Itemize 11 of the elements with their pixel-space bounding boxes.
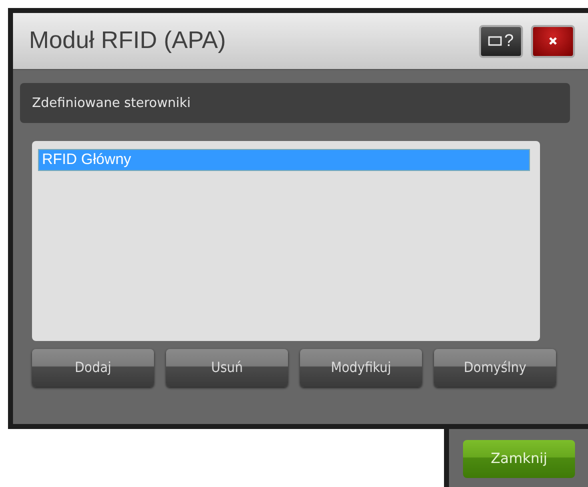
action-button[interactable]: Dodaj: [32, 349, 154, 387]
close-icon: [548, 36, 558, 46]
window-icon: [488, 36, 502, 46]
action-button[interactable]: Modyfikuj: [300, 349, 422, 387]
close-button[interactable]: Zamknij: [463, 440, 575, 478]
window-title: Moduł RFID (APA): [29, 27, 226, 55]
close-button[interactable]: [531, 24, 575, 58]
action-button[interactable]: Domyślny: [434, 349, 556, 387]
help-button[interactable]: ?: [479, 24, 523, 58]
action-button[interactable]: Usuń: [166, 349, 288, 387]
section-title: Zdefiniowane sterowniki: [32, 96, 191, 110]
